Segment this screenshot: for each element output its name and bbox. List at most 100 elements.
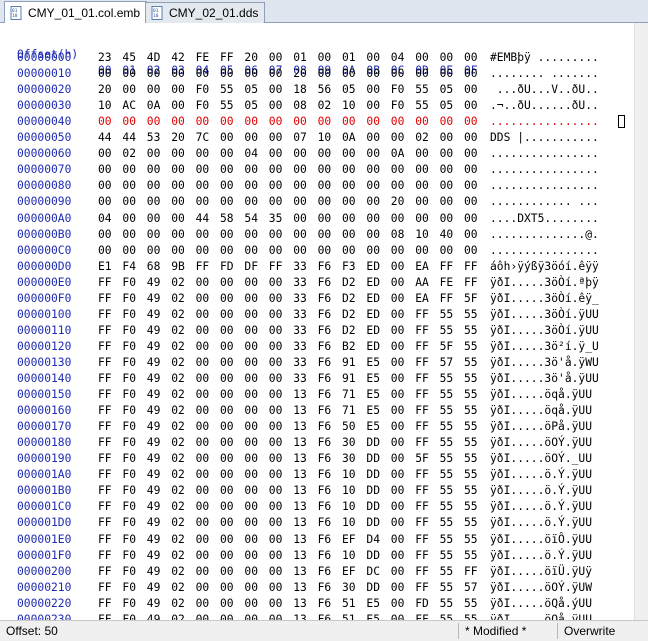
- hex-byte[interactable]: 00: [196, 194, 216, 210]
- hex-byte[interactable]: 10: [415, 227, 435, 243]
- hex-byte[interactable]: 00: [269, 387, 289, 403]
- hex-byte[interactable]: 00: [269, 130, 289, 146]
- hex-byte[interactable]: 00: [220, 564, 240, 580]
- hex-byte[interactable]: 00: [269, 515, 289, 531]
- hex-byte[interactable]: 00: [171, 243, 191, 259]
- hex-byte[interactable]: 00: [244, 387, 264, 403]
- hex-byte[interactable]: 35: [269, 211, 289, 227]
- hex-byte[interactable]: 49: [147, 483, 167, 499]
- hex-byte[interactable]: 00: [196, 243, 216, 259]
- hex-byte[interactable]: FF: [415, 307, 435, 323]
- hex-byte[interactable]: DC: [366, 564, 386, 580]
- hex-byte[interactable]: 00: [98, 162, 118, 178]
- hex-byte[interactable]: FF: [415, 387, 435, 403]
- hex-byte[interactable]: 00: [122, 194, 142, 210]
- hex-byte[interactable]: 33: [293, 291, 313, 307]
- hex-byte[interactable]: 00: [269, 82, 289, 98]
- hex-byte[interactable]: 00: [318, 178, 338, 194]
- hex-byte[interactable]: F6: [318, 323, 338, 339]
- hex-byte[interactable]: 00: [464, 98, 484, 114]
- hex-byte[interactable]: F6: [318, 580, 338, 596]
- ascii-text[interactable]: ................: [490, 243, 599, 259]
- hex-byte[interactable]: F0: [122, 483, 142, 499]
- hex-byte[interactable]: 55: [464, 403, 484, 419]
- hex-byte[interactable]: 00: [464, 82, 484, 98]
- hex-byte[interactable]: FF: [98, 323, 118, 339]
- hex-byte[interactable]: 00: [269, 467, 289, 483]
- hex-byte[interactable]: FF: [415, 515, 435, 531]
- hex-byte[interactable]: 00: [147, 227, 167, 243]
- hex-byte[interactable]: 00: [244, 548, 264, 564]
- hex-byte[interactable]: 02: [171, 564, 191, 580]
- hex-byte[interactable]: 00: [98, 66, 118, 82]
- hex-byte[interactable]: 00: [147, 178, 167, 194]
- hex-byte[interactable]: 00: [366, 82, 386, 98]
- hex-byte[interactable]: 55: [464, 355, 484, 371]
- hex-byte[interactable]: 00: [342, 211, 362, 227]
- hex-byte[interactable]: 9B: [171, 259, 191, 275]
- hex-byte[interactable]: 00: [220, 467, 240, 483]
- hex-byte[interactable]: 00: [391, 355, 411, 371]
- hex-byte[interactable]: 02: [171, 596, 191, 612]
- hex-byte[interactable]: 02: [171, 339, 191, 355]
- hex-byte[interactable]: 02: [171, 371, 191, 387]
- hex-byte[interactable]: 00: [464, 114, 484, 130]
- hex-byte[interactable]: 00: [269, 612, 289, 620]
- ascii-text[interactable]: ................: [490, 178, 599, 194]
- hex-byte[interactable]: 55: [440, 564, 460, 580]
- hex-byte[interactable]: 00: [196, 307, 216, 323]
- hex-byte[interactable]: 01: [342, 50, 362, 66]
- hex-byte[interactable]: 00: [147, 162, 167, 178]
- hex-byte[interactable]: 00: [171, 162, 191, 178]
- hex-byte[interactable]: 00: [244, 435, 264, 451]
- hex-byte[interactable]: 00: [244, 291, 264, 307]
- hex-byte[interactable]: DF: [244, 259, 264, 275]
- hex-byte[interactable]: 49: [147, 323, 167, 339]
- hex-byte[interactable]: 00: [244, 114, 264, 130]
- ascii-text[interactable]: ÿðI.....öïÜ.ÿUÿ: [490, 564, 592, 580]
- hex-byte[interactable]: 00: [244, 580, 264, 596]
- hex-byte[interactable]: F0: [122, 371, 142, 387]
- hex-byte[interactable]: 00: [147, 114, 167, 130]
- hex-byte[interactable]: 00: [220, 548, 240, 564]
- hex-byte[interactable]: 00: [440, 194, 460, 210]
- hex-byte[interactable]: 30: [342, 580, 362, 596]
- hex-byte[interactable]: F0: [122, 580, 142, 596]
- hex-byte[interactable]: FF: [98, 499, 118, 515]
- hex-byte[interactable]: 00: [464, 211, 484, 227]
- hex-byte[interactable]: 04: [244, 146, 264, 162]
- hex-byte[interactable]: 55: [440, 532, 460, 548]
- hex-byte[interactable]: 00: [196, 548, 216, 564]
- hex-byte[interactable]: 00: [220, 355, 240, 371]
- hex-byte[interactable]: 30: [342, 435, 362, 451]
- hex-byte[interactable]: 02: [171, 291, 191, 307]
- ascii-text[interactable]: ÿðI.....öQå.ÿUU: [490, 612, 592, 620]
- hex-byte[interactable]: 55: [464, 339, 484, 355]
- hex-byte[interactable]: FF: [415, 323, 435, 339]
- hex-byte[interactable]: F0: [122, 403, 142, 419]
- hex-byte[interactable]: 49: [147, 580, 167, 596]
- hex-byte[interactable]: 00: [244, 515, 264, 531]
- hex-byte[interactable]: 00: [391, 580, 411, 596]
- hex-byte[interactable]: 02: [318, 98, 338, 114]
- hex-byte[interactable]: FF: [98, 339, 118, 355]
- hex-byte[interactable]: F0: [196, 98, 216, 114]
- hex-byte[interactable]: 55: [440, 515, 460, 531]
- hex-byte[interactable]: 00: [196, 435, 216, 451]
- hex-byte[interactable]: 00: [464, 194, 484, 210]
- hex-byte[interactable]: 00: [269, 243, 289, 259]
- hex-byte[interactable]: 00: [391, 419, 411, 435]
- hex-byte[interactable]: 00: [171, 146, 191, 162]
- hex-byte[interactable]: 13: [293, 403, 313, 419]
- hex-byte[interactable]: 00: [366, 227, 386, 243]
- hex-byte[interactable]: 00: [196, 419, 216, 435]
- ascii-text[interactable]: ........ .......: [490, 66, 599, 82]
- hex-byte[interactable]: F6: [318, 419, 338, 435]
- hex-byte[interactable]: FF: [98, 371, 118, 387]
- hex-byte[interactable]: 00: [269, 499, 289, 515]
- hex-byte[interactable]: 00: [244, 564, 264, 580]
- hex-byte[interactable]: 02: [171, 435, 191, 451]
- hex-byte[interactable]: F0: [391, 82, 411, 98]
- hex-byte[interactable]: 13: [293, 467, 313, 483]
- hex-byte[interactable]: 00: [391, 435, 411, 451]
